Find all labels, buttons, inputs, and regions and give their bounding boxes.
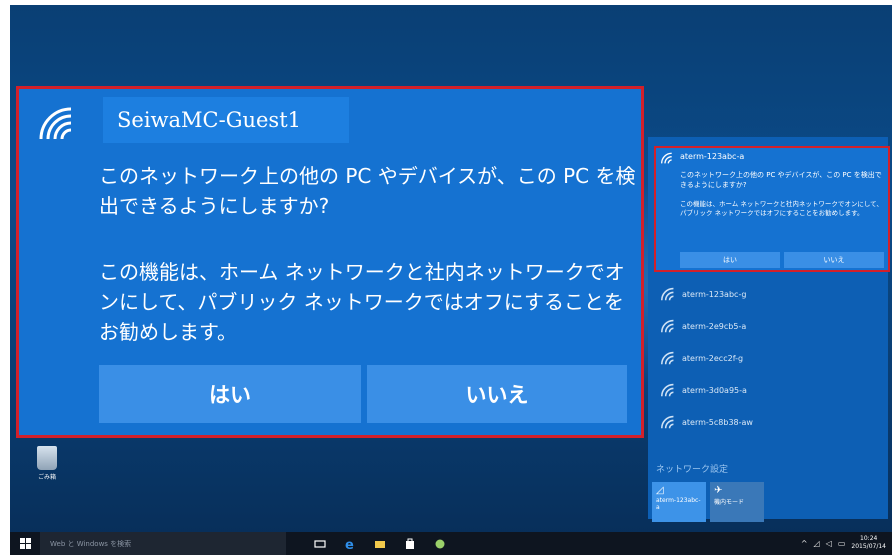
yes-button[interactable]: はい [99, 365, 361, 423]
network-name: aterm-2ecc2f-g [682, 353, 744, 363]
quick-action-label: aterm-123abc-a [656, 497, 701, 511]
volume-icon[interactable]: ◁ [826, 539, 832, 548]
discovery-info: この機能は、ホーム ネットワークと社内ネットワークでオンにして、パブリック ネッ… [99, 260, 625, 344]
windows-logo-icon [19, 538, 31, 549]
wifi-icon [39, 107, 72, 140]
network-name: aterm-5c8b38-aw [682, 417, 753, 427]
wifi-icon [661, 351, 674, 365]
network-name: aterm-123abc-g [682, 289, 747, 299]
network-list: aterm-123abc-g aterm-2e9cb5-a aterm-2ecc… [652, 278, 888, 438]
clock-time: 10:24 [860, 535, 878, 542]
popup-yes-button[interactable]: はい [680, 252, 780, 268]
network-list-item[interactable]: aterm-2e9cb5-a [652, 310, 888, 342]
wifi-icon [661, 415, 674, 429]
quick-action-label: 機内モード [714, 499, 745, 506]
network-tray-icon[interactable]: ◿ [814, 539, 820, 548]
start-button[interactable] [10, 532, 40, 555]
wifi-icon [661, 152, 672, 164]
wifi-icon: ◿ [656, 485, 664, 496]
notification-icon[interactable]: ▭ [838, 539, 846, 548]
wifi-icon [661, 383, 674, 397]
network-name: aterm-3d0a95-a [682, 385, 747, 395]
popup-info: この機能は、ホーム ネットワークと社内ネットワークでオンにして、パブリック ネッ… [680, 200, 883, 217]
recycle-bin[interactable]: ごみ箱 [34, 446, 60, 481]
network-settings-link[interactable]: ネットワーク設定 [656, 462, 728, 475]
network-list-item[interactable]: aterm-5c8b38-aw [652, 406, 888, 438]
no-button[interactable]: いいえ [367, 365, 627, 423]
wifi-icon [661, 287, 674, 301]
task-view-icon[interactable] [314, 538, 326, 550]
popup-no-button[interactable]: いいえ [784, 252, 884, 268]
svg-text:e: e [345, 538, 354, 550]
quick-action-wifi[interactable]: ◿ aterm-123abc-a [652, 482, 706, 522]
airplane-icon: ✈ [714, 485, 723, 496]
network-list-item[interactable]: aterm-3d0a95-a [652, 374, 888, 406]
system-tray: ^ ◿ ◁ ▭ 10:24 2015/07/14 [801, 535, 886, 551]
clock-date: 2015/07/14 [851, 543, 886, 550]
store-icon[interactable] [404, 538, 416, 550]
network-ssid: SeiwaMC-Guest1 [103, 97, 349, 143]
taskbar: Web と Windows を検索 e ^ ◿ ◁ ▭ 10:24 2015/0… [10, 532, 892, 555]
network-list-item[interactable]: aterm-123abc-g [652, 278, 888, 310]
file-explorer-icon[interactable] [374, 538, 386, 550]
recycle-bin-icon [37, 446, 57, 470]
wifi-icon [661, 319, 674, 333]
search-box[interactable]: Web と Windows を検索 [40, 532, 286, 555]
edge-icon[interactable]: e [344, 538, 356, 550]
chevron-up-icon[interactable]: ^ [801, 539, 808, 548]
network-name: aterm-2e9cb5-a [682, 321, 747, 331]
quick-action-airplane-mode[interactable]: ✈ 機内モード [710, 482, 764, 522]
popup-question: このネットワーク上の他の PC やデバイスが、この PC を検出できるようにしま… [680, 171, 882, 189]
network-discovery-popup: aterm-123abc-a このネットワーク上の他の PC やデバイスが、この… [654, 146, 890, 272]
recycle-bin-label: ごみ箱 [37, 474, 56, 481]
discovery-question: このネットワーク上の他の PC やデバイスが、この PC を検出できるようにしま… [99, 164, 636, 218]
network-list-item[interactable]: aterm-2ecc2f-g [652, 342, 888, 374]
popup-ssid: aterm-123abc-a [680, 152, 745, 161]
network-discovery-dialog-zoomed: SeiwaMC-Guest1 このネットワーク上の他の PC やデバイスが、この… [16, 86, 644, 438]
paint-icon[interactable] [434, 538, 446, 550]
clock[interactable]: 10:24 2015/07/14 [851, 535, 886, 551]
